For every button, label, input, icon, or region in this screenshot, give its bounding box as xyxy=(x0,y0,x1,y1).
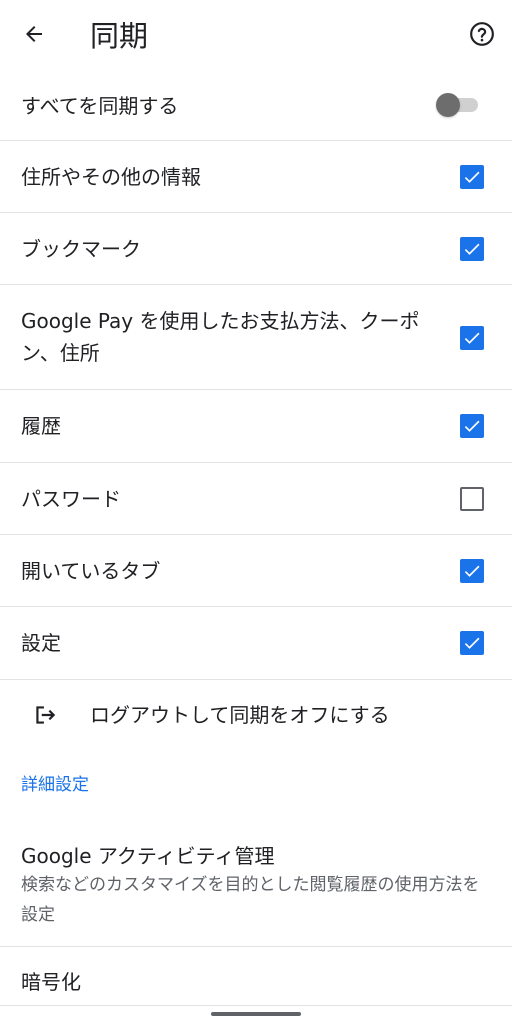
checkbox-addresses[interactable] xyxy=(460,165,484,189)
sync-item-label: 履歴 xyxy=(21,414,61,438)
divider xyxy=(0,1005,512,1006)
google-activity-controls[interactable]: Google アクティビティ管理 検索などのカスタマイズを目的とした閲覧履歴の使… xyxy=(0,830,512,945)
sync-item-bookmarks[interactable]: ブックマーク xyxy=(0,213,512,284)
arrow-back-icon xyxy=(22,22,46,50)
sync-item-label: ブックマーク xyxy=(21,237,141,261)
sync-item-label: 開いているタブ xyxy=(21,559,161,583)
sync-item-addresses[interactable]: 住所やその他の情報 xyxy=(0,141,512,212)
sync-item-label: 住所やその他の情報 xyxy=(21,165,201,189)
encryption-label: 暗号化 xyxy=(21,970,81,994)
help-button[interactable] xyxy=(462,16,502,56)
toggle-thumb xyxy=(436,93,460,117)
signout-label: ログアウトして同期をオフにする xyxy=(90,703,390,727)
sync-item-passwords[interactable]: パスワード xyxy=(0,463,512,534)
activity-controls-title: Google アクティビティ管理 xyxy=(21,844,275,868)
activity-controls-description: 検索などのカスタマイズを目的とした閲覧履歴の使用方法を設定 xyxy=(21,875,480,925)
divider xyxy=(0,946,512,947)
app-bar: 同期 xyxy=(0,0,512,70)
sync-item-label: パスワード xyxy=(21,487,121,511)
sync-item-label: 設定 xyxy=(21,631,61,655)
sync-item-open-tabs[interactable]: 開いているタブ xyxy=(0,535,512,606)
sync-all-row[interactable]: すべてを同期する xyxy=(0,70,512,140)
advanced-section-header: 詳細設定 xyxy=(21,775,89,795)
sync-item-label: Google Pay を使用したお支払方法、クーポン、住所 xyxy=(21,309,420,365)
logout-icon xyxy=(32,702,58,728)
checkbox-bookmarks[interactable] xyxy=(460,237,484,261)
sync-all-toggle[interactable] xyxy=(436,92,480,118)
sync-settings-screen: 同期 すべてを同期する 住所やその他の情報 ブックマーク Google Pay … xyxy=(0,0,512,1024)
sync-all-label: すべてを同期する xyxy=(21,94,179,118)
checkbox-settings[interactable] xyxy=(460,631,484,655)
sync-item-history[interactable]: 履歴 xyxy=(0,390,512,462)
help-circle-icon xyxy=(469,21,495,51)
back-button[interactable] xyxy=(14,16,54,56)
encryption-item[interactable]: 暗号化 xyxy=(0,948,512,1008)
checkbox-google-pay[interactable] xyxy=(460,326,484,350)
checkbox-passwords[interactable] xyxy=(460,487,484,511)
sync-item-settings[interactable]: 設定 xyxy=(0,607,512,679)
checkbox-history[interactable] xyxy=(460,414,484,438)
signout-button[interactable]: ログアウトして同期をオフにする xyxy=(0,680,512,750)
gesture-nav-handle[interactable] xyxy=(211,1012,301,1016)
sync-item-google-pay[interactable]: Google Pay を使用したお支払方法、クーポン、住所 xyxy=(0,285,512,389)
page-title: 同期 xyxy=(90,19,149,53)
checkbox-open-tabs[interactable] xyxy=(460,559,484,583)
